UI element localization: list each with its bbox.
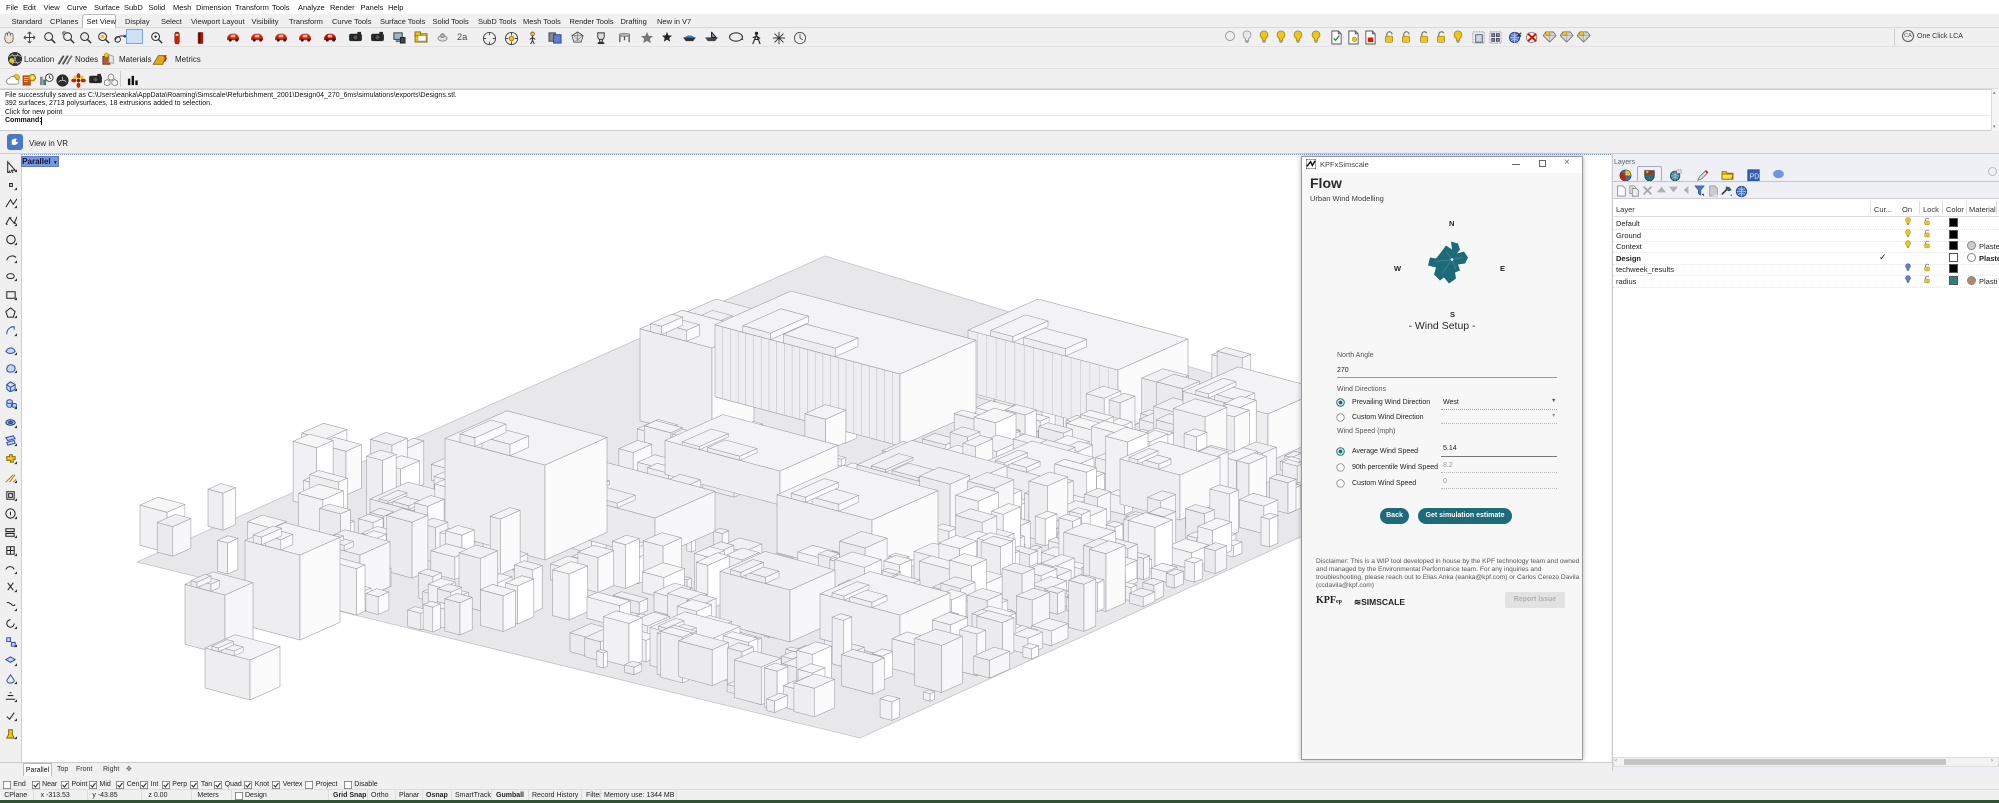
svg-text:2a: 2a xyxy=(457,32,468,42)
svg-text:PD: PD xyxy=(1750,174,1760,181)
